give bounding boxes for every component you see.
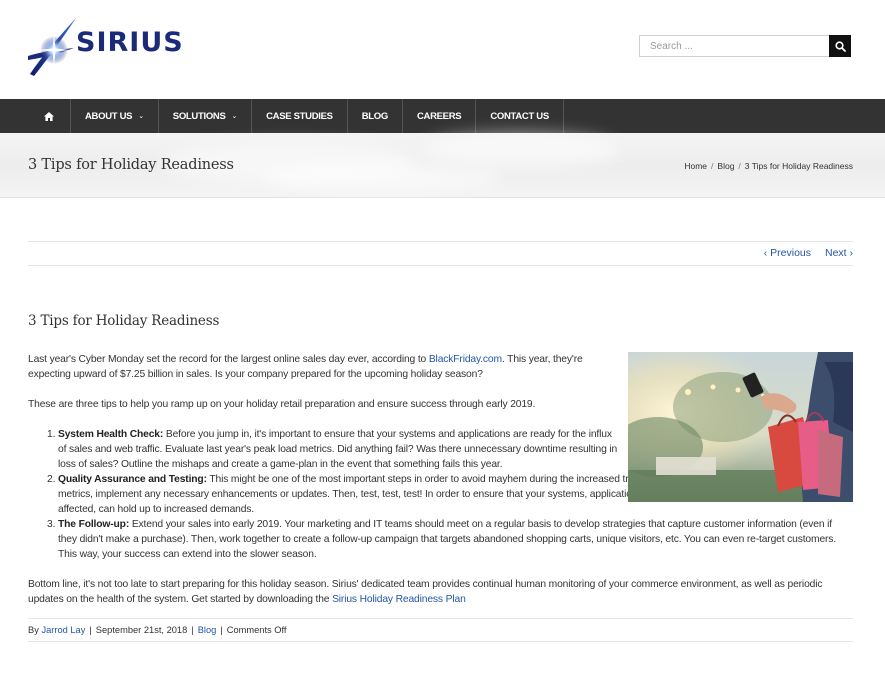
nav-case-studies[interactable]: CASE STUDIES (251, 99, 347, 133)
previous-post-link[interactable]: ‹ Previous (764, 247, 811, 259)
post-pagination: ‹ Previous Next › (28, 241, 853, 266)
readiness-plan-link[interactable]: Sirius Holiday Readiness Plan (332, 594, 466, 605)
nav-home[interactable] (28, 99, 70, 133)
meta-by: By (28, 625, 42, 635)
search-input[interactable] (639, 35, 829, 57)
search-button[interactable] (829, 35, 851, 57)
category-link[interactable]: Blog (198, 625, 217, 635)
main-nav: ABOUT US ⌄ SOLUTIONS ⌄ CASE STUDIES BLOG… (0, 99, 885, 133)
tip-heading: Quality Assurance and Testing: (58, 474, 207, 485)
page-title-bar: 3 Tips for Holiday Readiness Home / Blog/3… (0, 133, 885, 198)
site-logo[interactable]: SIRIUS (28, 16, 210, 78)
home-icon (44, 111, 54, 121)
article-title: 3 Tips for Holiday Readiness (28, 313, 220, 329)
previous-label: Previous (770, 247, 811, 259)
page-title: 3 Tips for Holiday Readiness (28, 157, 234, 173)
breadcrumb-home[interactable]: Home (684, 161, 707, 171)
nav-item-label: CASE STUDIES (266, 110, 333, 122)
intro-text: Last year's Cyber Monday set the record … (28, 354, 429, 365)
breadcrumb-blog[interactable]: Blog (717, 161, 734, 171)
nav-about-us[interactable]: ABOUT US ⌄ (70, 99, 158, 133)
next-label: Next (824, 247, 847, 259)
list-item: The Follow-up: Extend your sales into ea… (58, 517, 853, 562)
search-icon (834, 40, 846, 52)
author-link[interactable]: Jarrod Lay (41, 625, 85, 635)
chevron-right-icon: › (846, 247, 853, 259)
chevron-down-icon: ⌄ (231, 113, 238, 120)
intro-paragraph: Last year's Cyber Monday set the record … (28, 352, 618, 382)
post-meta: By Jarrod Lay | September 21st, 2018 | Blog |… (28, 618, 853, 642)
nav-contact-us[interactable]: CONTACT US (475, 99, 564, 133)
search-form (639, 35, 851, 57)
breadcrumb: Home / Blog/3 Tips for Holiday Readiness (684, 161, 853, 171)
nav-item-label: ABOUT US (85, 110, 133, 122)
next-post-link[interactable]: Next › (825, 247, 853, 259)
blackfriday-link[interactable]: BlackFriday.com (429, 354, 502, 365)
logo-wordmark: SIRIUS (76, 27, 184, 58)
tip-heading: The Follow-up: (58, 519, 130, 530)
closing-paragraph: Bottom line, it's not too late to start … (28, 577, 853, 607)
featured-image (628, 352, 853, 502)
chevron-down-icon: ⌄ (138, 113, 144, 120)
article-body: Last year's Cyber Monday set the record … (28, 352, 853, 607)
tip-text: Extend your sales into early 2019. Your … (58, 519, 837, 560)
post-date: September 21st, 2018 (95, 625, 188, 635)
nav-item-label: CONTACT US (490, 110, 549, 122)
nav-blog[interactable]: BLOG (346, 99, 402, 133)
nav-item-label: SOLUTIONS (172, 110, 226, 122)
nav-item-label: CAREERS (416, 110, 462, 122)
nav-careers[interactable]: CAREERS (401, 99, 475, 133)
comments-status: Comments Off (226, 625, 287, 635)
breadcrumb-current: 3 Tips for Holiday Readiness (744, 161, 853, 171)
tip-heading: System Health Check: (58, 429, 164, 440)
nav-item-label: BLOG (361, 110, 389, 122)
site-header: SIRIUS (0, 0, 885, 99)
nav-solutions[interactable]: SOLUTIONS ⌄ (157, 99, 251, 133)
